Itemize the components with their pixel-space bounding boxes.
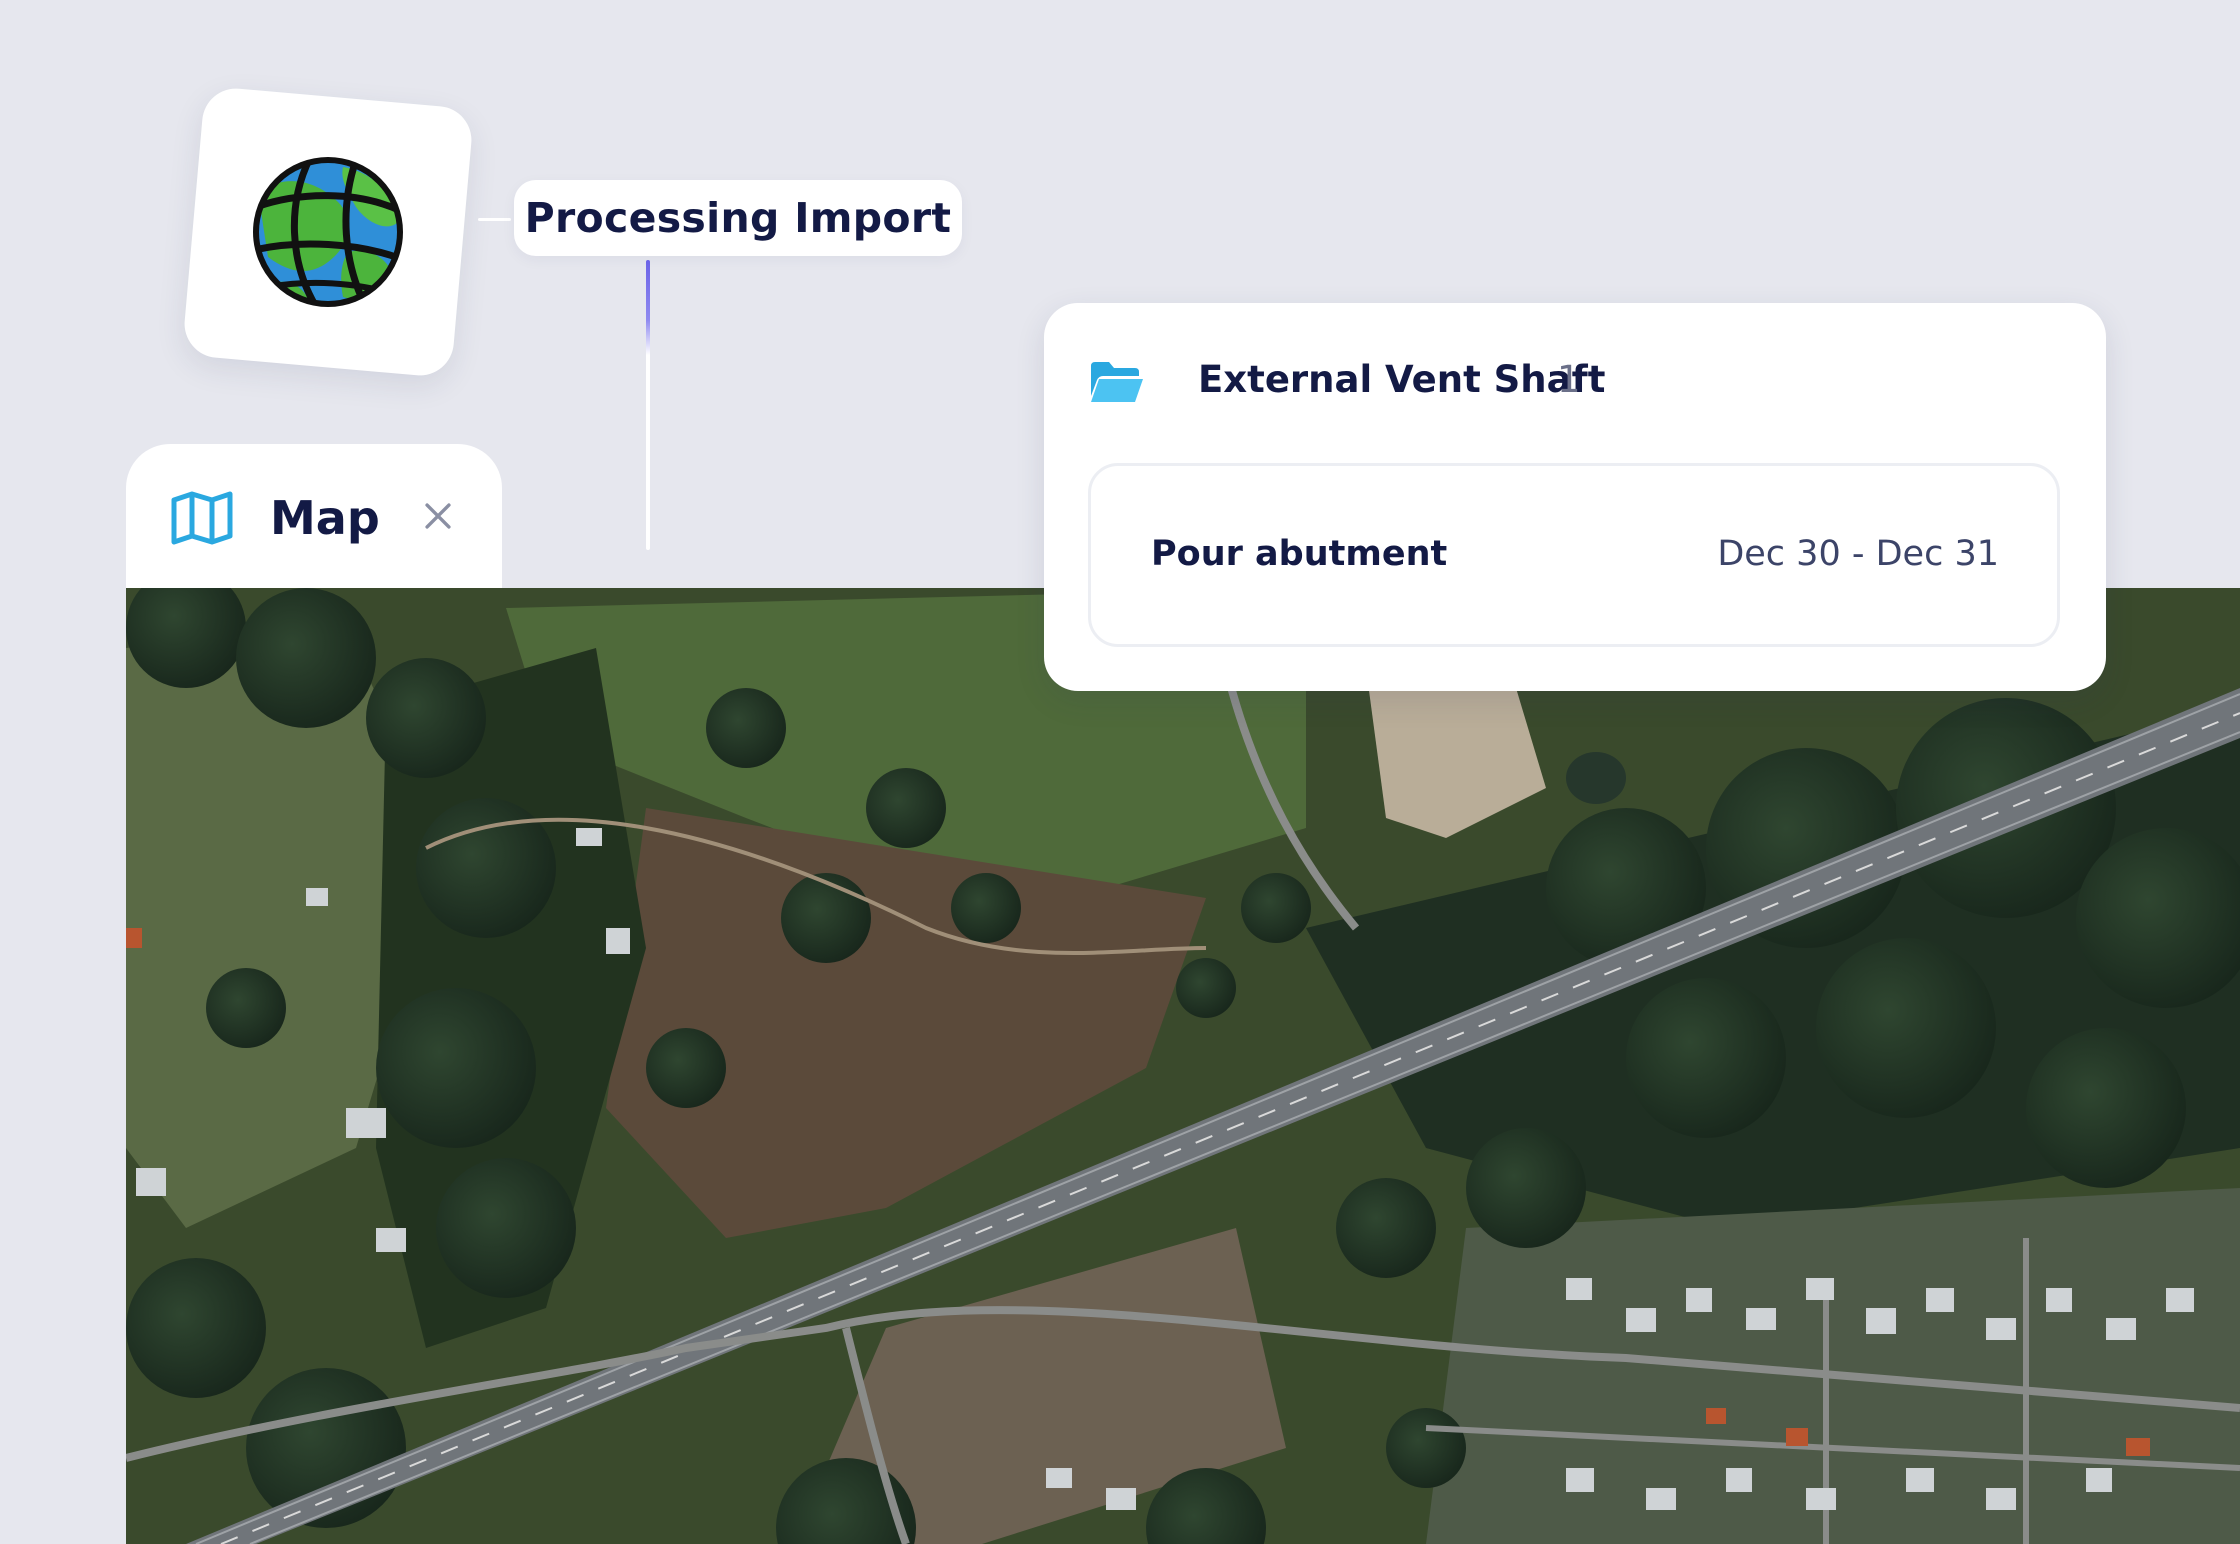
task-group-count: 1 bbox=[1557, 358, 1581, 401]
app-logo-card bbox=[181, 85, 475, 379]
close-icon[interactable] bbox=[416, 494, 460, 538]
processing-status-label: Processing Import bbox=[524, 194, 952, 242]
connector-line-horizontal bbox=[478, 218, 511, 221]
task-dates: Dec 30 - Dec 31 bbox=[1717, 534, 1999, 574]
map-icon bbox=[171, 491, 233, 545]
tab-map[interactable]: Map bbox=[126, 444, 502, 594]
task-group-title: External Vent Shaft bbox=[1198, 358, 1606, 401]
task-name: Pour abutment bbox=[1151, 534, 1448, 574]
processing-status-badge: Processing Import bbox=[514, 180, 962, 256]
globe-icon bbox=[253, 157, 403, 307]
task-group-panel: External Vent Shaft 1 Pour abutment Dec … bbox=[1044, 303, 2106, 691]
task-row[interactable]: Pour abutment Dec 30 - Dec 31 bbox=[1088, 463, 2060, 647]
folder-open-icon bbox=[1091, 362, 1143, 402]
map-view[interactable] bbox=[126, 588, 2240, 1544]
connector-line-vertical bbox=[646, 260, 650, 550]
satellite-map[interactable] bbox=[126, 588, 2240, 1544]
tab-map-label: Map bbox=[270, 491, 380, 545]
